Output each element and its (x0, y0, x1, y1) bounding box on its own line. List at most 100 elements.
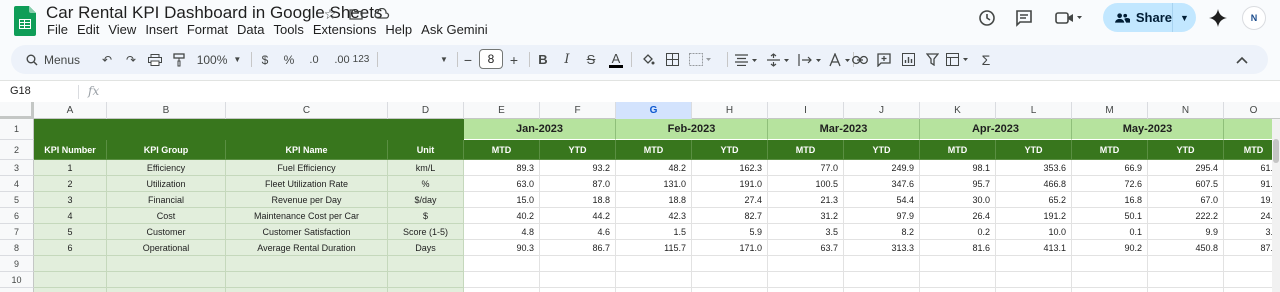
kpi-unit-cell[interactable]: Score (1-5) (388, 224, 464, 240)
kpi-value-cell[interactable]: 66.9 (1072, 160, 1148, 176)
kpi-group-cell[interactable]: Cost (107, 208, 226, 224)
column-header-i[interactable]: I (768, 102, 844, 119)
empty-cell[interactable] (920, 272, 996, 288)
kpi-value-cell[interactable]: 222.2 (1148, 208, 1224, 224)
decrease-decimal-button[interactable]: .0 (303, 45, 325, 74)
vertical-align-icon[interactable] (765, 45, 793, 74)
period-header-7[interactable]: MTD (920, 140, 996, 160)
kpi-value-cell[interactable]: 30.0 (920, 192, 996, 208)
kpi-value-cell[interactable]: 607.5 (1148, 176, 1224, 192)
gemini-icon[interactable] (1207, 7, 1229, 29)
row-header-11[interactable]: 11 (0, 288, 34, 292)
kpi-value-cell[interactable]: 86.7 (540, 240, 616, 256)
row-header-6[interactable]: 6 (0, 208, 34, 224)
column-header-o[interactable]: O (1224, 102, 1280, 119)
kpi-value-cell[interactable]: 40.2 (464, 208, 540, 224)
empty-cell[interactable] (464, 288, 540, 292)
font-size-input[interactable]: 8 (479, 49, 503, 69)
column-header-j[interactable]: J (844, 102, 920, 119)
empty-cell[interactable] (768, 272, 844, 288)
vertical-scrollbar[interactable] (1272, 119, 1280, 292)
kpi-value-cell[interactable]: 16.8 (1072, 192, 1148, 208)
empty-kpi-cell[interactable] (226, 288, 388, 292)
kpi-number-cell[interactable]: 2 (34, 176, 107, 192)
kpi-value-cell[interactable]: 162.3 (692, 160, 768, 176)
column-header-l[interactable]: L (996, 102, 1072, 119)
zoom-select[interactable]: 100% ▼ (194, 45, 244, 74)
kpi-value-cell[interactable]: 26.4 (920, 208, 996, 224)
borders-icon[interactable] (663, 45, 681, 74)
kpi-number-cell[interactable]: 4 (34, 208, 107, 224)
functions-icon[interactable]: Σ (977, 45, 995, 74)
paint-format-icon[interactable] (169, 45, 189, 74)
period-header-3[interactable]: MTD (616, 140, 692, 160)
kpi-group-cell[interactable]: Efficiency (107, 160, 226, 176)
sheets-logo-icon[interactable] (14, 6, 36, 36)
kpi-value-cell[interactable]: 21.3 (768, 192, 844, 208)
kpi-value-cell[interactable]: 249.9 (844, 160, 920, 176)
empty-cell[interactable] (768, 288, 844, 292)
empty-kpi-cell[interactable] (388, 272, 464, 288)
kpi-value-cell[interactable]: 42.3 (616, 208, 692, 224)
month-header-2[interactable]: Feb-2023 (616, 119, 768, 140)
insert-chart-icon[interactable] (899, 45, 917, 74)
month-header-3[interactable]: Mar-2023 (768, 119, 920, 140)
kpi-group-cell[interactable]: Utilization (107, 176, 226, 192)
empty-cell[interactable] (844, 272, 920, 288)
redo-icon[interactable]: ↷ (121, 45, 141, 74)
kpi-value-cell[interactable]: 413.1 (996, 240, 1072, 256)
kpi-value-cell[interactable]: 48.2 (616, 160, 692, 176)
move-folder-icon[interactable] (346, 4, 366, 24)
empty-cell[interactable] (996, 288, 1072, 292)
filter-views-icon[interactable] (945, 45, 973, 74)
empty-cell[interactable] (844, 256, 920, 272)
account-avatar[interactable]: N (1242, 6, 1266, 30)
row-header-2[interactable]: 2 (0, 140, 34, 160)
kpi-value-cell[interactable]: 54.4 (844, 192, 920, 208)
kpi-unit-cell[interactable]: $/day (388, 192, 464, 208)
kpi-value-cell[interactable]: 63.7 (768, 240, 844, 256)
empty-kpi-cell[interactable] (34, 272, 107, 288)
row-header-5[interactable]: 5 (0, 192, 34, 208)
comments-icon[interactable] (1013, 7, 1035, 29)
kpi-value-cell[interactable]: 44.2 (540, 208, 616, 224)
period-header-2[interactable]: YTD (540, 140, 616, 160)
kpi-value-cell[interactable]: 90.2 (1072, 240, 1148, 256)
kpi-name-cell[interactable]: Fuel Efficiency (226, 160, 388, 176)
row-header-4[interactable]: 4 (0, 176, 34, 192)
kpi-value-cell[interactable]: 15.0 (464, 192, 540, 208)
row-header-7[interactable]: 7 (0, 224, 34, 240)
kpi-value-cell[interactable]: 93.2 (540, 160, 616, 176)
month-header-1[interactable]: Jan-2023 (464, 119, 616, 140)
kpi-value-cell[interactable]: 50.1 (1072, 208, 1148, 224)
kpi-name-cell[interactable]: Maintenance Cost per Car (226, 208, 388, 224)
collapse-toolbar-icon[interactable] (1233, 45, 1251, 74)
fill-color-icon[interactable] (639, 45, 657, 74)
kpi-value-cell[interactable]: 313.3 (844, 240, 920, 256)
kpi-value-cell[interactable]: 95.7 (920, 176, 996, 192)
kpi-value-cell[interactable]: 8.2 (844, 224, 920, 240)
formula-input[interactable] (110, 84, 1260, 100)
kpi-value-cell[interactable]: 131.0 (616, 176, 692, 192)
kpi-group-cell[interactable]: Operational (107, 240, 226, 256)
share-dropdown-icon[interactable]: ▼ (1173, 13, 1196, 23)
more-formats-button[interactable]: 123 (351, 45, 371, 74)
meet-icon[interactable] (1054, 7, 1084, 29)
name-box[interactable]: G18 (10, 85, 31, 97)
empty-cell[interactable] (692, 272, 768, 288)
month-header-5[interactable]: May-2023 (1072, 119, 1224, 140)
kpi-name-cell[interactable]: Customer Satisfaction (226, 224, 388, 240)
filter-icon[interactable] (923, 45, 941, 74)
empty-kpi-cell[interactable] (388, 288, 464, 292)
kpi-group-cell[interactable]: Customer (107, 224, 226, 240)
kpi-value-cell[interactable]: 466.8 (996, 176, 1072, 192)
kpi-group-cell[interactable]: Financial (107, 192, 226, 208)
empty-cell[interactable] (540, 288, 616, 292)
empty-cell[interactable] (996, 272, 1072, 288)
kpi-value-cell[interactable]: 0.1 (1072, 224, 1148, 240)
empty-cell[interactable] (464, 256, 540, 272)
menu-data[interactable]: Data (237, 22, 264, 37)
period-header-4[interactable]: YTD (692, 140, 768, 160)
empty-cell[interactable] (844, 288, 920, 292)
kpi-value-cell[interactable]: 191.0 (692, 176, 768, 192)
